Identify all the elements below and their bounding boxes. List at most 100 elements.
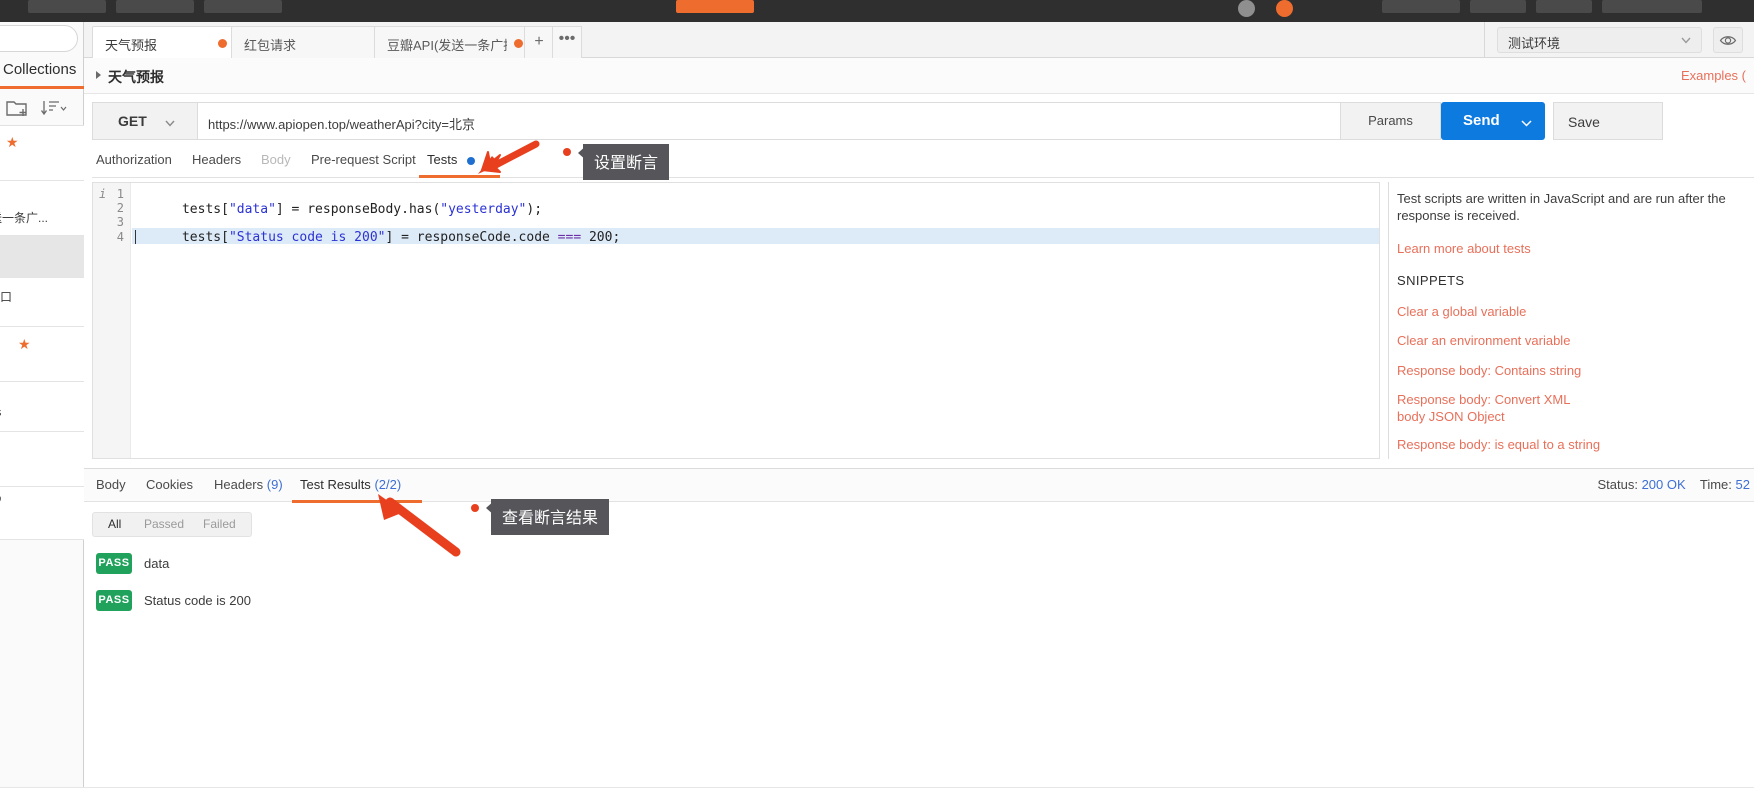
http-method-select[interactable]: GET (92, 102, 197, 140)
filter-all[interactable]: All (108, 517, 121, 531)
list-item[interactable]: Echo ts (0, 487, 84, 540)
send-button[interactable]: Send (1441, 102, 1545, 140)
list-item[interactable]: ★ s (0, 126, 84, 181)
window-bottom-strip (0, 787, 1754, 805)
list-item-label: Echo (0, 491, 1, 505)
snippet-item-4[interactable]: Response body: is equal to a string (1397, 436, 1754, 453)
breadcrumb: 天气预报 Examples ( (84, 58, 1754, 94)
snippet-item-2[interactable]: Response body: Contains string (1397, 362, 1754, 379)
titlebar-circle-gray (1238, 0, 1255, 17)
tab-authorization[interactable]: Authorization (96, 152, 172, 167)
status-label: Status: (1597, 477, 1638, 492)
text-caret (135, 230, 136, 244)
response-tab-strip: Body Cookies Headers (9) Test Results (2… (84, 468, 1754, 503)
test-snippets-panel: Test scripts are written in JavaScript a… (1388, 182, 1754, 459)
sidebar-search-input[interactable] (0, 25, 78, 52)
request-url-bar: GET https://www.apiopen.top/weatherApi?c… (92, 102, 1754, 140)
line-number: 3 (116, 215, 124, 229)
request-tab-0[interactable]: 天气预报 (92, 26, 238, 58)
list-item[interactable]: 接口 (0, 278, 84, 327)
star-icon: ★ (6, 134, 19, 150)
params-button[interactable]: Params (1340, 102, 1441, 140)
list-item-label: 送一条广... (0, 211, 49, 225)
tab-body[interactable]: Body (261, 152, 291, 167)
annotation-callout-view-results: 查看断言结果 (491, 499, 610, 535)
tab-tests-underline (419, 175, 500, 178)
response-tab-test-results[interactable]: Test Results (2/2) (300, 477, 401, 492)
page-title: 天气预报 (108, 69, 164, 85)
response-tab-headers[interactable]: Headers (9) (214, 477, 283, 492)
tests-code-editor[interactable]: i 1 2 3 4 tests["data"] = responseBody.h… (92, 182, 1380, 459)
callout-dot-icon (563, 148, 571, 156)
request-tab-label: 天气预报 (105, 38, 158, 53)
callout-dot-icon (471, 504, 479, 512)
list-item[interactable] (0, 236, 84, 278)
titlebar-circle-orange (1276, 0, 1293, 17)
unsaved-dot-icon (514, 39, 523, 48)
snippet-item-0[interactable]: Clear a global variable (1397, 303, 1754, 320)
sidebar-toolbar (0, 92, 84, 126)
time-value: 52 (1735, 477, 1750, 492)
request-tab-strip: 天气预报 红包请求 豆瓣API(发送一条广播 + ••• 测试环境 (84, 22, 1754, 58)
tab-headers[interactable]: Headers (192, 152, 241, 167)
examples-link[interactable]: Examples ( (1681, 68, 1746, 83)
response-tab-test-results-label: Test Results (300, 477, 371, 492)
request-tab-label: 豆瓣API(发送一条广播 (387, 38, 507, 53)
list-item[interactable]: s (0, 432, 84, 487)
sidebar-tab-collections[interactable]: Collections (0, 59, 84, 89)
environment-selected-value: 测试环境 (1508, 36, 1561, 51)
titlebar-chip-3 (204, 0, 282, 13)
status-value: 200 OK (1641, 477, 1686, 492)
status-badge: PASS (96, 553, 132, 574)
line-number: 1 (116, 187, 124, 201)
sort-icon[interactable] (40, 98, 68, 123)
response-status-bar: Status: 200 OK Time: 52 (1597, 477, 1750, 492)
snippets-heading: SNIPPETS (1397, 273, 1465, 288)
filter-passed[interactable]: Passed (144, 517, 184, 531)
response-tab-body[interactable]: Body (96, 477, 126, 492)
filter-failed[interactable]: Failed (203, 517, 236, 531)
titlebar-chip-4 (676, 0, 754, 13)
tab-tests[interactable]: Tests (427, 152, 457, 167)
add-tab-button[interactable]: + (524, 26, 554, 58)
http-method-value: GET (118, 113, 147, 129)
time-label: Time: (1699, 477, 1732, 492)
list-item[interactable]: 询 ★ (0, 327, 84, 382)
titlebar-chip-5 (1382, 0, 1460, 13)
environment-quick-look-button[interactable] (1713, 27, 1743, 53)
caret-right-icon[interactable] (96, 71, 101, 79)
left-sidebar: Collections ★ s 送一条广... (0, 22, 84, 805)
save-button[interactable]: Save (1553, 102, 1663, 140)
code-line-3: tests["Status code is 200"] = responseCo… (181, 230, 621, 245)
chevron-down-icon (1679, 33, 1693, 52)
eye-icon (1719, 32, 1738, 54)
snippet-item-1[interactable]: Clear an environment variable (1397, 332, 1754, 349)
unsaved-dot-icon (218, 39, 227, 48)
request-tab-2[interactable]: 豆瓣API(发送一条广播 (374, 26, 532, 58)
environment-select[interactable]: 测试环境 (1497, 27, 1702, 53)
more-tabs-label: ••• (558, 30, 576, 47)
list-item-label: ts (0, 405, 1, 419)
save-label: Save (1568, 114, 1600, 130)
folder-plus-icon[interactable] (6, 98, 28, 123)
send-label: Send (1463, 112, 1500, 129)
postman-window: Collections ★ s 送一条广... (0, 0, 1754, 805)
list-item[interactable]: 送一条广... (0, 181, 84, 236)
response-tab-active-underline (292, 500, 422, 503)
learn-more-about-tests-link[interactable]: Learn more about tests (1397, 241, 1531, 256)
snippet-item-3[interactable]: Response body: Convert XML body JSON Obj… (1397, 391, 1572, 425)
chevron-down-icon[interactable] (1520, 116, 1533, 134)
request-tab-1[interactable]: 红包请求 (231, 26, 383, 58)
more-tabs-button[interactable]: ••• (552, 26, 582, 58)
response-tab-test-results-count: (2/2) (374, 477, 402, 492)
editor-gutter: i 1 2 3 4 (93, 183, 131, 458)
tab-pre-request-script[interactable]: Pre-request Script (311, 152, 416, 167)
test-name: Status code is 200 (144, 593, 251, 608)
snippets-intro-text: Test scripts are written in JavaScript a… (1397, 191, 1726, 223)
response-tab-cookies[interactable]: Cookies (146, 477, 193, 492)
url-input[interactable]: https://www.apiopen.top/weatherApi?city=… (197, 102, 1440, 140)
titlebar-chip-7 (1536, 0, 1592, 13)
titlebar-chip-2 (116, 0, 194, 13)
list-item[interactable]: ts (0, 382, 84, 432)
tests-modified-dot-icon (467, 157, 475, 165)
